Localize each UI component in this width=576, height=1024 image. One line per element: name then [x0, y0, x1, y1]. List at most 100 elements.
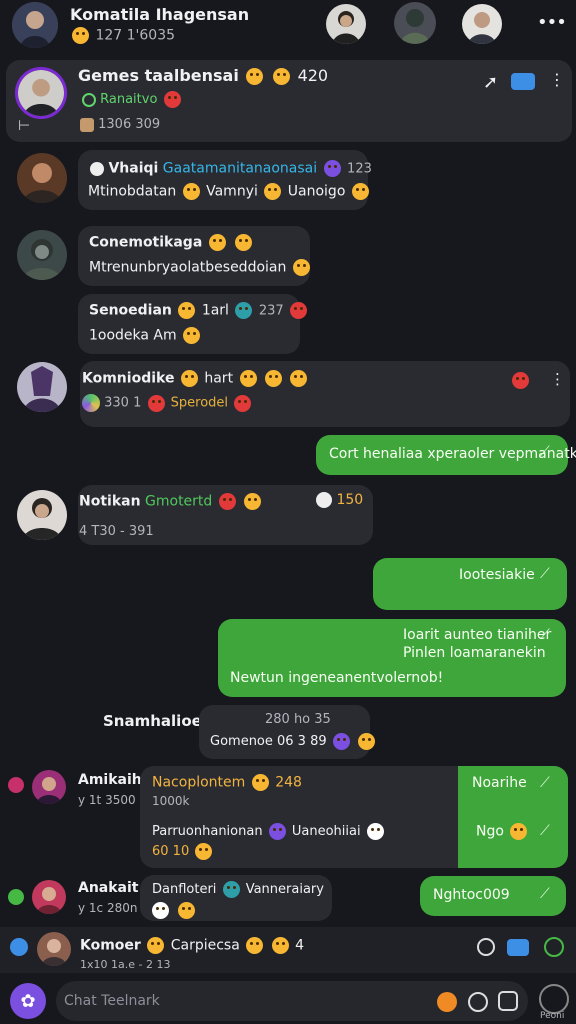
message-5-count: 150 — [336, 492, 364, 508]
message-3-text: 1oodeka Am — [89, 327, 177, 344]
sender-avatar-4[interactable] — [17, 362, 67, 412]
emoji-icon — [72, 27, 89, 44]
message-1-name: Vhaiqi — [108, 160, 159, 177]
thread-2-reaction-row — [150, 900, 197, 919]
emoji-icon — [292, 259, 310, 276]
header-avatar[interactable] — [12, 2, 58, 48]
center-count: 35 — [314, 712, 331, 727]
sent-1-text: Cort henaliaa xperaoler vepmanatk. — [329, 446, 576, 462]
emoji-icon — [323, 160, 341, 177]
thread-2-title: Danfloteri — [152, 882, 217, 897]
pinned-meta-row: 1306 309 — [80, 117, 160, 132]
call-icon[interactable] — [544, 937, 564, 957]
pinned-more-icon[interactable]: ⋮ — [549, 70, 565, 89]
emoji-icon — [163, 91, 181, 108]
message-2-name: Conemotikaga — [89, 234, 203, 251]
thread-1-side-label-1: Noarihe — [472, 775, 527, 791]
center-text-row: Gomenoe 06 3 89 — [210, 733, 377, 750]
edit-leaf-icon[interactable]: ⟋ — [540, 444, 550, 460]
header-subtitle-row: 127 1'6035 — [70, 27, 175, 44]
message-4-reaction-icon[interactable] — [510, 370, 531, 389]
sticker-icon[interactable] — [437, 992, 457, 1012]
attach-icon[interactable]: ✿ — [10, 983, 46, 1019]
thread-1-meta: y 1t 3500 — [78, 793, 136, 807]
thread-1-title: Nacoplontem — [152, 774, 246, 791]
emoji-picker-icon[interactable] — [498, 991, 518, 1011]
emoji-icon — [290, 370, 308, 387]
share-icon[interactable]: ➚ — [483, 72, 498, 93]
message-5-action[interactable]: 150 — [316, 492, 363, 508]
emoji-icon — [244, 493, 262, 510]
message-2-name-row: Conemotikaga — [89, 234, 254, 251]
center-meta: 280 ho — [265, 712, 311, 727]
emoji-icon — [357, 733, 375, 750]
thread-2-side: Nghtoc009 — [433, 887, 510, 903]
video-call-icon[interactable] — [507, 939, 529, 956]
thread-2-avatar[interactable] — [32, 880, 66, 914]
contact-avatar-1[interactable] — [326, 4, 366, 44]
sender-avatar-2[interactable] — [17, 230, 67, 280]
thread-1-meta3-row: 60 10 — [152, 843, 214, 860]
sent-3-line3: Newtun ingeneanentvolernob! — [230, 670, 444, 686]
sent-3-line2: Pinlen loamaranekin — [403, 645, 546, 661]
message-3-name-row: Senoedian 1arl 237 — [89, 302, 309, 319]
thread-1-indicator — [8, 777, 24, 793]
contact-avatar-2[interactable] — [394, 2, 436, 44]
thread-2-title-row: Danfloteri Vanneraiary — [152, 881, 324, 898]
sender-avatar-1[interactable] — [17, 153, 67, 203]
edit-leaf-icon[interactable]: ⟋ — [540, 775, 550, 791]
thread-2-name: Anakait — [78, 880, 139, 896]
message-4-name-row: Komniodike hart — [82, 370, 309, 387]
message-2-text: Mtrenunbryaolatbeseddoian — [89, 259, 287, 276]
message-4-more-icon[interactable]: ⋮ — [550, 370, 565, 388]
footer-preview-meta: 1x10 1a.e - 2 13 — [80, 958, 171, 971]
message-5-tag: Gmotertd — [145, 493, 213, 510]
message-4-extra: hart — [204, 370, 234, 387]
emoji-icon — [351, 183, 369, 200]
message-1-header: Vhaiqi Gaatamanitanaonasai 123 — [90, 160, 372, 177]
contact-avatar-3[interactable] — [462, 4, 502, 44]
sent-bubble-2[interactable] — [373, 558, 567, 610]
pinned-meta: 1306 309 — [98, 117, 161, 132]
pinned-status: Ranaitvo — [100, 92, 158, 107]
emoji-icon — [182, 183, 200, 200]
emoji-icon — [152, 902, 169, 919]
message-bubble-1[interactable] — [78, 150, 368, 210]
emoji-icon — [235, 234, 253, 251]
thread-1-text-row: Parruonhanionan Uaneohiiai — [152, 823, 386, 840]
voice-button[interactable] — [539, 984, 569, 1014]
thread-1-title-row: Nacoplontem 248 — [152, 774, 302, 791]
header-subtitle: 127 1'6035 — [95, 27, 176, 44]
footer-preview-avatar[interactable] — [37, 932, 71, 966]
message-1-tag: Gaatamanitanaonasai — [162, 160, 318, 177]
message-2-body: Mtrenunbryaolatbeseddoian — [89, 259, 312, 276]
footer-preview-count: 4 — [295, 937, 305, 954]
emoji-icon — [235, 302, 253, 319]
edit-leaf-icon[interactable]: ⟋ — [540, 627, 550, 643]
edit-leaf-icon[interactable]: ⟋ — [540, 886, 550, 902]
video-call-icon[interactable] — [511, 73, 535, 90]
thread-1-avatar[interactable] — [32, 770, 66, 804]
emoji-icon — [183, 327, 201, 344]
check-icon — [90, 161, 104, 176]
message-1-text3: Uanoigo — [287, 183, 346, 200]
pinned-title-row: Gemes taalbensai 420 — [78, 66, 328, 85]
message-1-count: 123 — [347, 161, 372, 177]
gif-icon[interactable] — [468, 992, 488, 1012]
collapse-icon[interactable]: ⊢ — [18, 118, 30, 134]
emoji-icon — [272, 68, 290, 85]
footer-preview-name: Komoer — [80, 937, 141, 954]
thread-2-indicator — [8, 889, 24, 905]
more-menu-icon[interactable]: ••• — [537, 12, 567, 33]
message-1-text2: Vamnyi — [206, 183, 258, 200]
pinned-title: Gemes taalbensai — [78, 66, 239, 85]
message-3-body: 1oodeka Am — [89, 327, 202, 344]
edit-leaf-icon[interactable]: ⟋ — [540, 823, 550, 839]
center-text: Gomenoe 06 3 89 — [210, 734, 327, 749]
chat-title: Komatila Ihagensan — [70, 5, 250, 24]
message-3-extra: 1arl — [201, 302, 229, 319]
sender-avatar-5[interactable] — [17, 490, 67, 540]
edit-leaf-icon[interactable]: ⟋ — [540, 566, 550, 582]
timer-icon[interactable] — [477, 938, 495, 956]
emoji-icon — [290, 302, 308, 319]
